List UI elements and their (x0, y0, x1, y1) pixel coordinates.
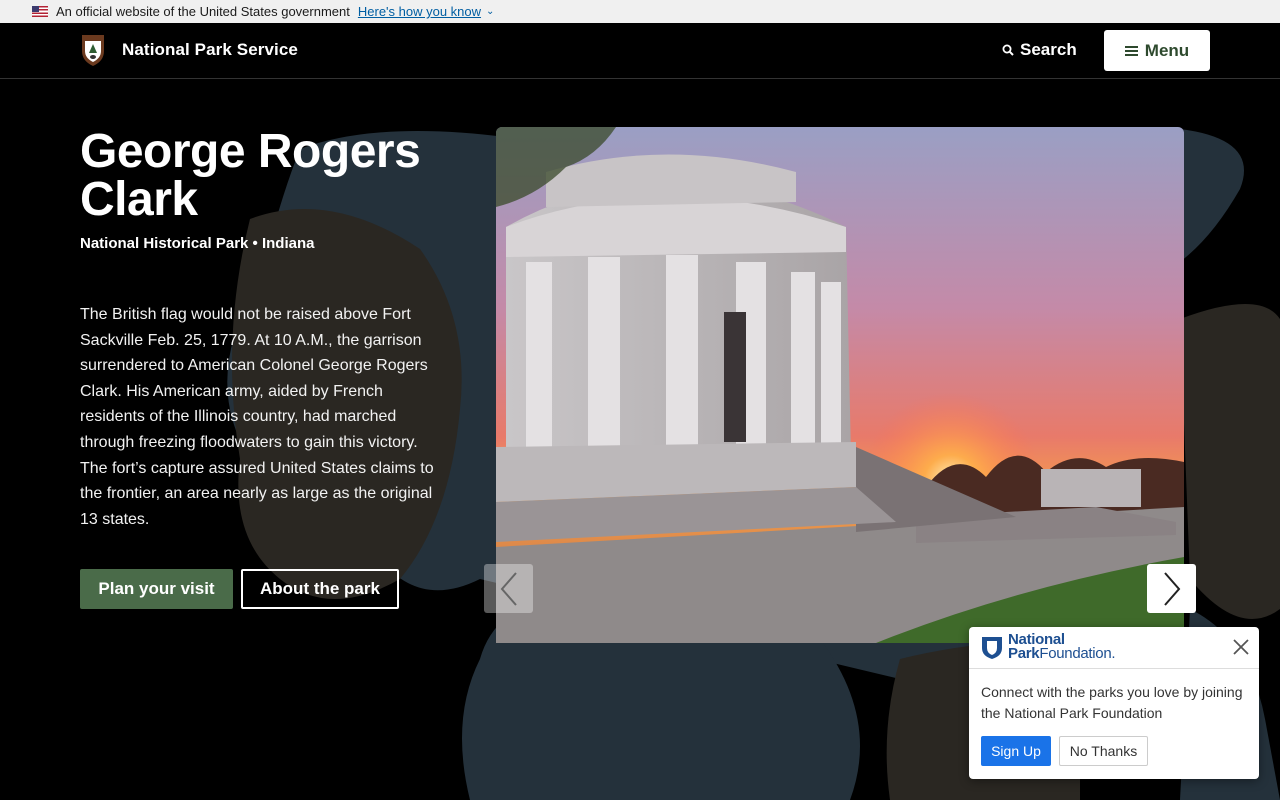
gov-banner-text: An official website of the United States… (56, 4, 350, 19)
park-designation: National Historical Park • Indiana (80, 235, 315, 252)
nps-arrowhead-icon[interactable] (80, 33, 106, 67)
hamburger-icon (1124, 45, 1138, 56)
park-description: The British flag would not be raised abo… (80, 306, 434, 528)
popup-message: Connect with the parks you love by joini… (981, 684, 1243, 721)
sign-up-button[interactable]: Sign Up (981, 736, 1051, 766)
search-label: Search (1020, 40, 1077, 59)
npf-shield-icon (982, 637, 1002, 659)
npf-signup-popup: National ParkFoundation. Connect with th… (969, 627, 1259, 779)
site-header: National Park Service Search Menu (0, 23, 1280, 79)
site-name[interactable]: National Park Service (122, 40, 298, 60)
chevron-down-icon[interactable]: ⌄ (486, 6, 494, 17)
carousel-prev-button[interactable] (484, 564, 533, 613)
hero-photo (496, 127, 1184, 643)
gov-banner-link[interactable]: Here's how you know (358, 4, 481, 19)
popup-header: National ParkFoundation. (969, 627, 1259, 669)
us-flag-icon (32, 6, 48, 17)
plan-your-visit-button[interactable]: Plan your visit (80, 569, 233, 609)
close-icon[interactable] (1231, 637, 1251, 657)
search-button[interactable]: Search (1002, 40, 1077, 60)
chevron-right-icon (1163, 571, 1180, 606)
gov-banner: An official website of the United States… (0, 0, 1280, 23)
menu-button[interactable]: Menu (1104, 30, 1210, 71)
no-thanks-button[interactable]: No Thanks (1059, 736, 1148, 766)
page-title: George Rogers Clark (80, 125, 421, 226)
carousel-next-button[interactable] (1147, 564, 1196, 613)
npf-logo-text: National ParkFoundation. (1008, 631, 1116, 662)
search-icon (1002, 44, 1014, 56)
chevron-left-icon (500, 571, 517, 606)
menu-label: Menu (1144, 40, 1190, 60)
about-the-park-button[interactable]: About the park (241, 569, 399, 609)
